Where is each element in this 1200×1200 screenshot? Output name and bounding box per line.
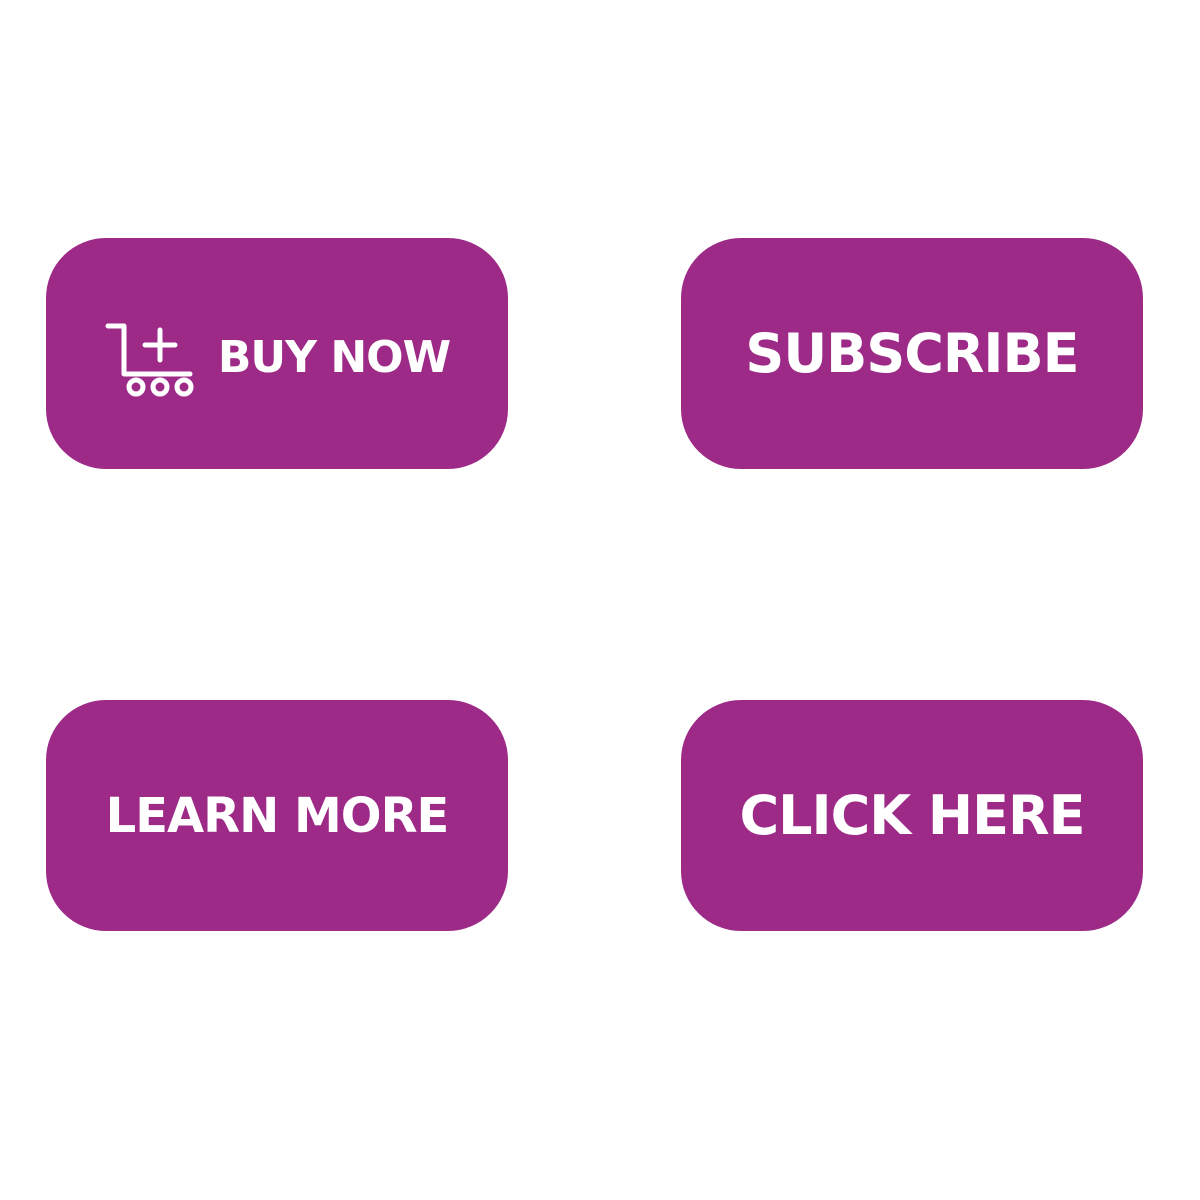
learn-more-button[interactable]: LEARN MORE: [46, 700, 508, 931]
click-here-button[interactable]: CLICK HERE: [681, 700, 1143, 931]
buy-now-button[interactable]: BUY NOW: [46, 238, 508, 469]
buy-now-content: BUY NOW: [104, 312, 451, 404]
cart-plus-icon: [105, 323, 194, 396]
button-showcase: BUY NOW SUBSCRIBE LEARN MORE CLICK HERE: [0, 0, 1200, 1200]
subscribe-button[interactable]: SUBSCRIBE: [681, 238, 1143, 469]
buy-now-label: BUY NOW: [217, 332, 451, 383]
click-here-label: CLICK HERE: [739, 784, 1086, 847]
subscribe-label: SUBSCRIBE: [745, 322, 1079, 385]
learn-more-label: LEARN MORE: [105, 787, 450, 844]
